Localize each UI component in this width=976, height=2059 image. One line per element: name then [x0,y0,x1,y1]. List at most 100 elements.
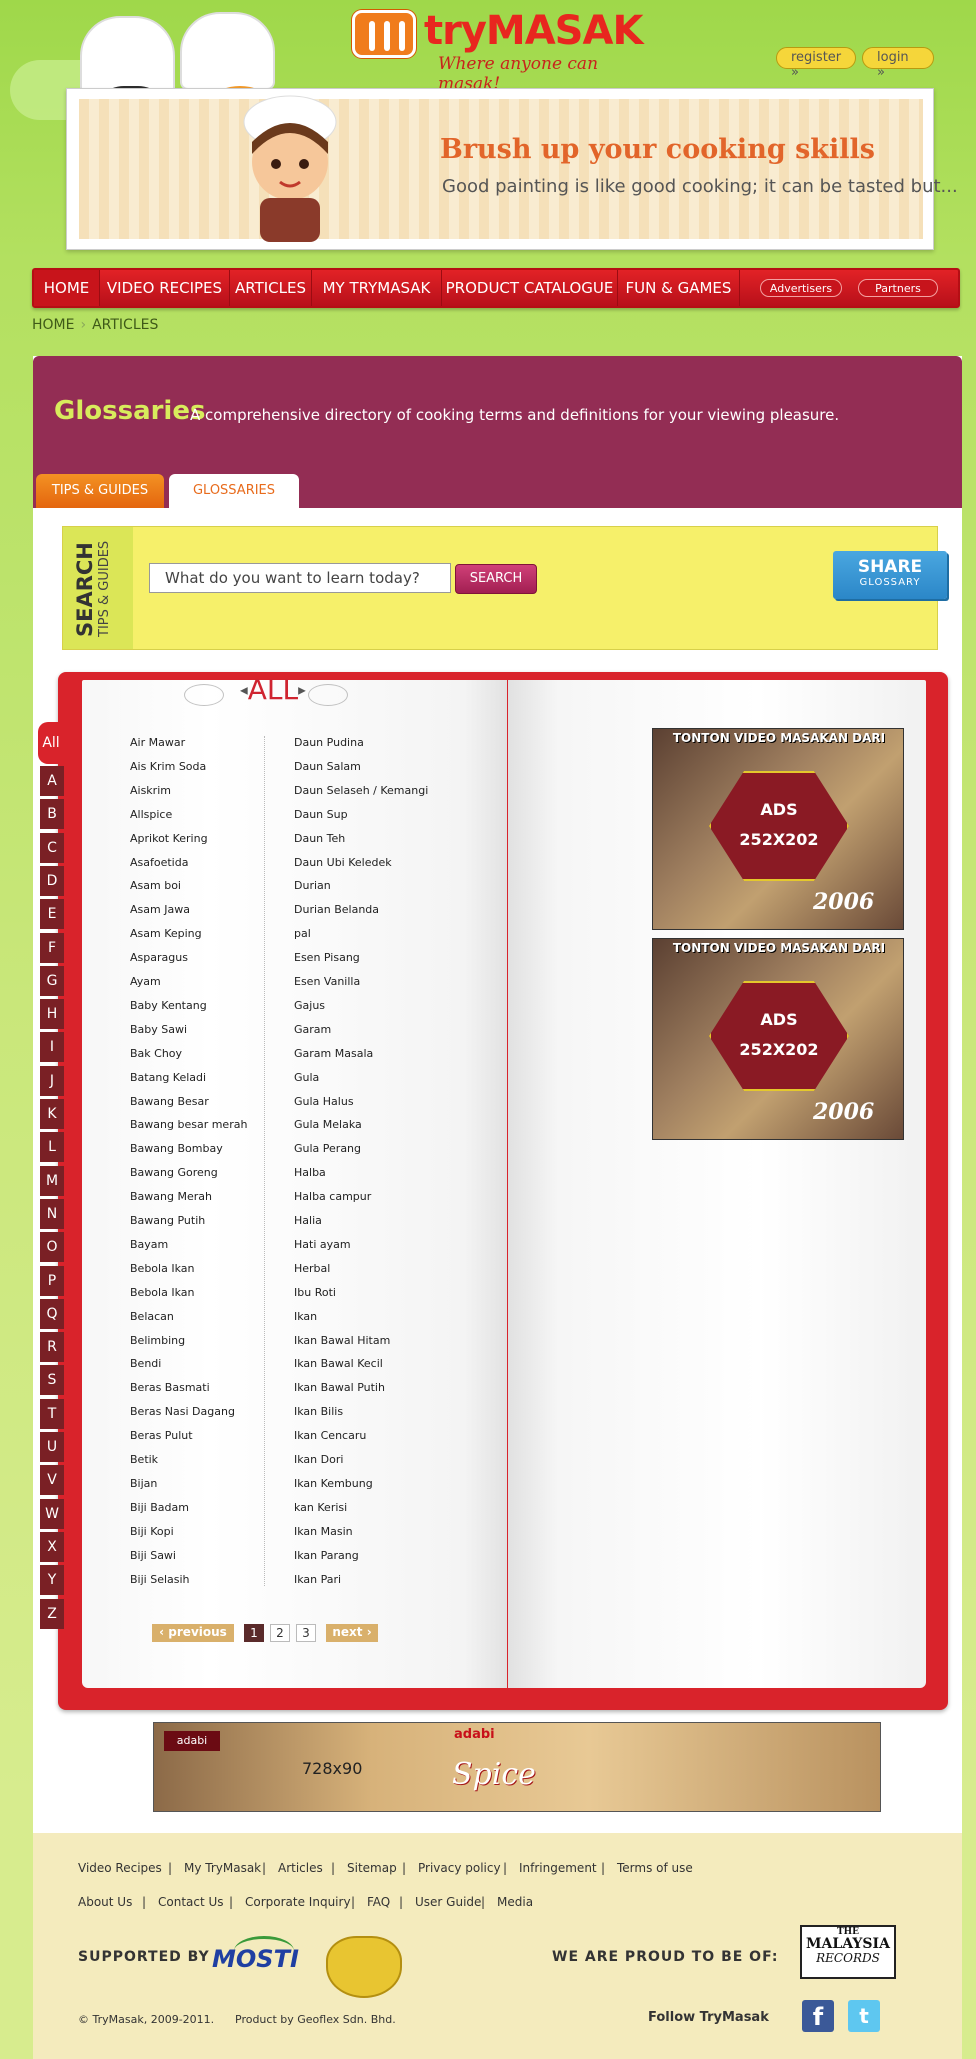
glossary-term[interactable]: Asam Jawa [130,903,190,916]
glossary-term[interactable]: Daun Salam [294,760,361,773]
letter-filter-m[interactable]: M [40,1165,64,1196]
letter-filter-w[interactable]: W [40,1498,64,1529]
glossary-term[interactable]: Bebola Ikan [130,1262,194,1275]
letter-filter-l[interactable]: L [40,1132,64,1163]
footer-link[interactable]: My TryMasak [184,1861,261,1875]
letter-filter-o[interactable]: O [40,1232,64,1263]
footer-link[interactable]: Sitemap [347,1861,397,1875]
glossary-term[interactable]: Halba campur [294,1190,371,1203]
glossary-term[interactable]: Ikan Bawal Putih [294,1381,385,1394]
footer-link[interactable]: Terms of use [617,1861,693,1875]
footer-link[interactable]: Corporate Inquiry [245,1895,351,1909]
glossary-term[interactable]: Bak Choy [130,1047,182,1060]
glossary-term[interactable]: Ikan Cencaru [294,1429,366,1442]
nav-articles[interactable]: ARTICLES [230,270,312,306]
register-button[interactable]: register » [776,47,856,80]
glossary-term[interactable]: Ikan Bawal Hitam [294,1334,390,1347]
footer-link[interactable]: Infringement [519,1861,597,1875]
footer-link[interactable]: Media [497,1895,533,1909]
tab-glossaries[interactable]: GLOSSARIES [169,474,299,508]
glossary-term[interactable]: Biji Badam [130,1501,189,1514]
glossary-term[interactable]: Ikan Parang [294,1549,359,1562]
next-page-button[interactable]: next › [326,1624,378,1642]
glossary-term[interactable]: Ikan Pari [294,1573,341,1586]
nav-video-recipes[interactable]: VIDEO RECIPES [100,270,230,306]
footer-link[interactable]: Privacy policy [418,1861,501,1875]
page-2-button[interactable]: 2 [270,1624,290,1642]
site-logo[interactable]: tryMASAK Where anyone can masak! [352,6,652,94]
glossary-term[interactable]: Hati ayam [294,1238,351,1251]
glossary-term[interactable]: Baby Kentang [130,999,207,1012]
glossary-term[interactable]: Asafoetida [130,856,188,869]
letter-filter-i[interactable]: I [40,1032,64,1063]
glossary-term[interactable]: Baby Sawi [130,1023,187,1036]
nav-partners-button[interactable]: Partners [858,279,938,297]
footer-link[interactable]: FAQ [367,1895,390,1909]
glossary-term[interactable]: Ibu Roti [294,1286,336,1299]
leaderboard-ad[interactable]: adabi 728x90 adabi Spice [153,1722,881,1812]
footer-link[interactable]: Video Recipes [78,1861,162,1875]
letter-filter-all[interactable]: All [38,722,64,764]
ad-slot-1[interactable]: TONTON VIDEO MASAKAN DARI ADS 252X202 20… [652,728,904,930]
glossary-term[interactable]: Bijan [130,1477,157,1490]
glossary-term[interactable]: Allspice [130,808,172,821]
glossary-term[interactable]: kan Kerisi [294,1501,347,1514]
glossary-term[interactable]: Bawang besar merah [130,1118,247,1131]
glossary-term[interactable]: Ikan Masin [294,1525,353,1538]
page-3-button[interactable]: 3 [296,1624,316,1642]
glossary-term[interactable]: Ikan Bawal Kecil [294,1357,383,1370]
glossary-term[interactable]: Bawang Besar [130,1095,209,1108]
glossary-term[interactable]: Ayam [130,975,161,988]
glossary-term[interactable]: Ikan [294,1310,317,1323]
glossary-term[interactable]: Biji Kopi [130,1525,174,1538]
tab-tips-guides[interactable]: TIPS & GUIDES [36,474,164,508]
glossary-term[interactable]: Herbal [294,1262,330,1275]
nav-product-catalogue[interactable]: PRODUCT CATALOGUE [442,270,618,306]
glossary-term[interactable]: Bayam [130,1238,168,1251]
nav-fun-games[interactable]: FUN & GAMES [618,270,740,306]
glossary-term[interactable]: Daun Pudina [294,736,364,749]
glossary-term[interactable]: Daun Ubi Keledek [294,856,392,869]
glossary-term[interactable]: Esen Vanilla [294,975,360,988]
glossary-term[interactable]: Betik [130,1453,158,1466]
glossary-term[interactable]: Gula Melaka [294,1118,362,1131]
glossary-term[interactable]: Asam boi [130,879,181,892]
nav-my-trymasak[interactable]: MY TRYMASAK [312,270,442,306]
glossary-term[interactable]: Air Mawar [130,736,185,749]
glossary-term[interactable]: Beras Nasi Dagang [130,1405,235,1418]
letter-filter-j[interactable]: J [40,1065,64,1096]
glossary-term[interactable]: Gajus [294,999,325,1012]
glossary-term[interactable]: Ikan Bilis [294,1405,343,1418]
breadcrumb-articles[interactable]: ARTICLES [92,317,158,333]
glossary-term[interactable]: pal [294,927,311,940]
glossary-term[interactable]: Gula Halus [294,1095,354,1108]
glossary-term[interactable]: Biji Selasih [130,1573,190,1586]
letter-filter-h[interactable]: H [40,999,64,1030]
glossary-term[interactable]: Ikan Kembung [294,1477,373,1490]
ad-slot-2[interactable]: TONTON VIDEO MASAKAN DARI ADS 252X202 20… [652,938,904,1140]
glossary-term[interactable]: Aprikot Kering [130,832,208,845]
search-input[interactable] [149,563,451,593]
glossary-term[interactable]: Esen Pisang [294,951,360,964]
glossary-term[interactable]: Bawang Goreng [130,1166,218,1179]
footer-link[interactable]: User Guide [415,1895,481,1909]
page-1-button[interactable]: 1 [244,1624,264,1642]
twitter-icon[interactable]: t [848,2000,880,2032]
glossary-term[interactable]: Halia [294,1214,322,1227]
glossary-term[interactable]: Beras Basmati [130,1381,210,1394]
search-button[interactable]: SEARCH [455,564,537,594]
footer-link[interactable]: Contact Us [158,1895,224,1909]
letter-filter-x[interactable]: X [40,1531,64,1562]
glossary-term[interactable]: Garam [294,1023,331,1036]
letter-filter-e[interactable]: E [40,899,64,930]
glossary-term[interactable]: Gula Perang [294,1142,361,1155]
glossary-term[interactable]: Gula [294,1071,319,1084]
footer-link[interactable]: Articles [278,1861,323,1875]
glossary-term[interactable]: Asparagus [130,951,188,964]
letter-filter-d[interactable]: D [40,865,64,896]
glossary-term[interactable]: Beras Pulut [130,1429,193,1442]
mosti-logo[interactable]: MOSTI [212,1945,299,1973]
letter-filter-p[interactable]: P [40,1265,64,1296]
letter-filter-c[interactable]: C [40,832,64,863]
letter-filter-f[interactable]: F [40,932,64,963]
